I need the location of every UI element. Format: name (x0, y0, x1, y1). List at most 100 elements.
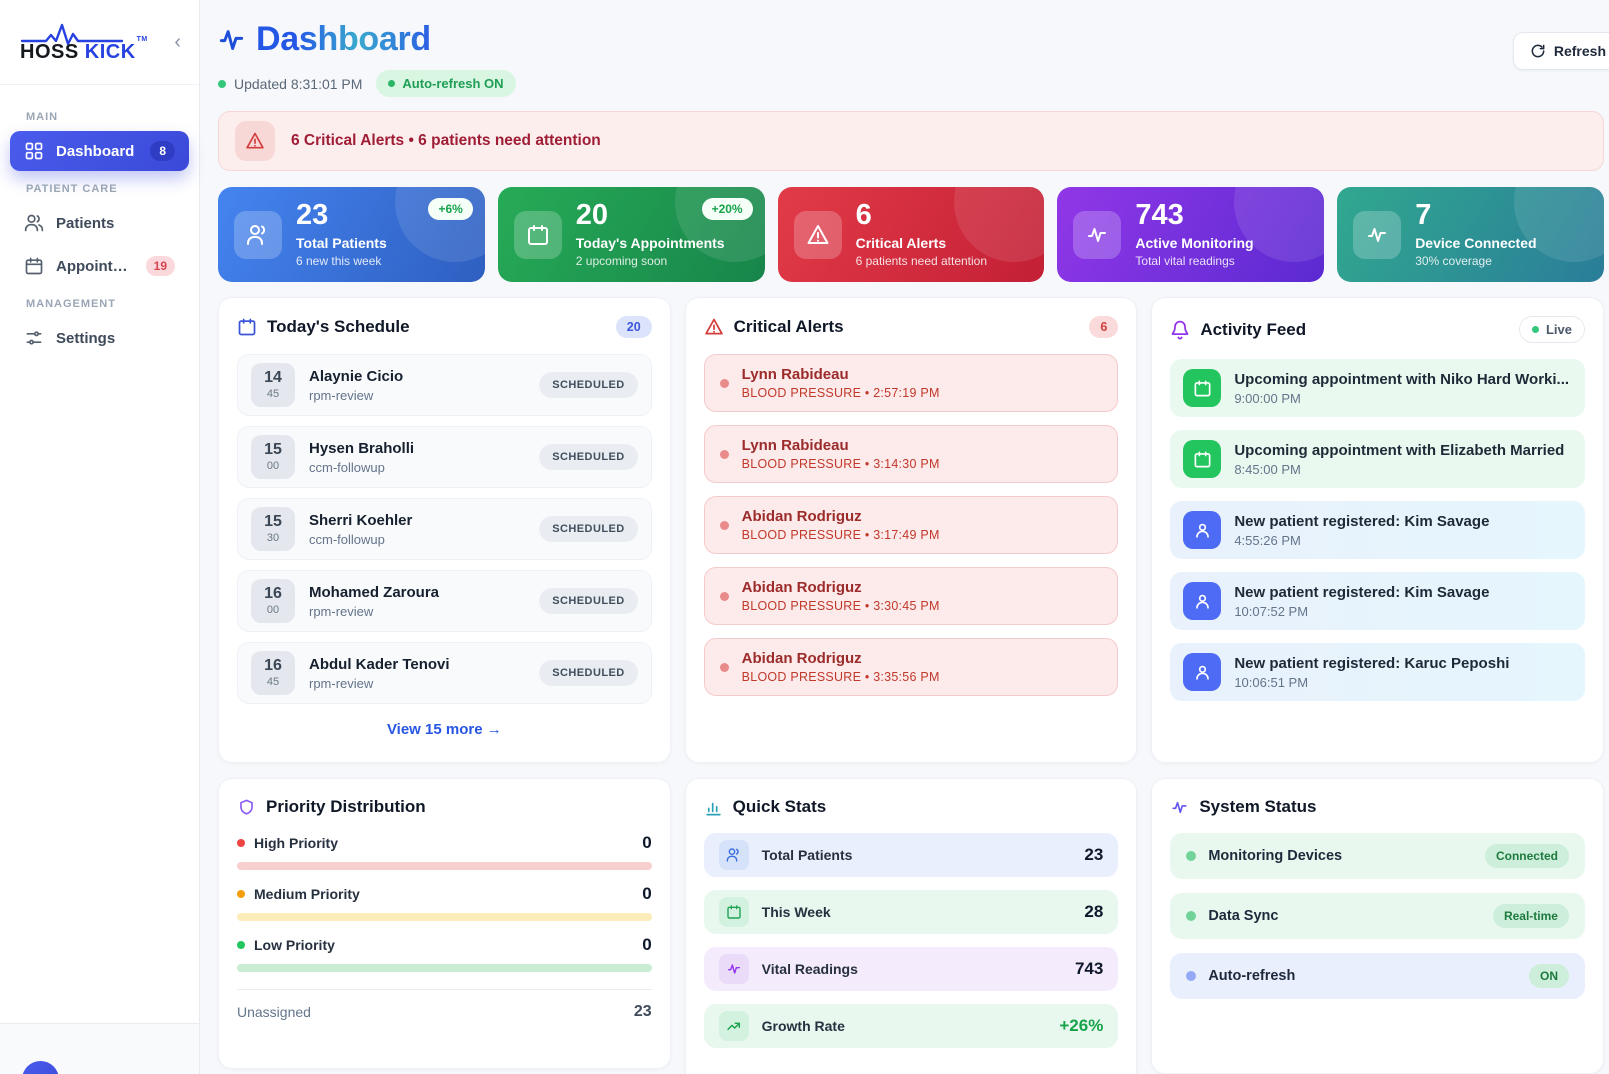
refresh-label: Refresh (1554, 43, 1606, 59)
status-badge: Connected (1485, 844, 1569, 868)
status-dot (1532, 326, 1539, 333)
patient-name: Hysen Braholli (309, 440, 414, 457)
alert-item[interactable]: Abidan RodriguzBLOOD PRESSURE • 3:35:56 … (704, 638, 1119, 696)
bell-icon (1170, 320, 1190, 340)
live-badge: Live (1519, 316, 1585, 343)
priority-label: Medium Priority (254, 886, 360, 902)
stat-card-appointments[interactable]: +20% 20 Today's Appointments 2 upcoming … (498, 187, 765, 282)
schedule-item[interactable]: 1600 Mohamed Zarourarpm-review SCHEDULED (237, 570, 652, 632)
unassigned-label: Unassigned (237, 1004, 311, 1020)
calendar-icon (1183, 440, 1221, 478)
critical-alerts-panel: Critical Alerts 6 Lynn RabideauBLOOD PRE… (685, 297, 1138, 763)
refresh-button[interactable]: Refresh (1513, 32, 1609, 70)
brand-name: HOSS KICKTM (20, 42, 147, 62)
brand-tm: TM (137, 36, 148, 43)
activity-pulse-icon (218, 26, 245, 53)
alert-dot (720, 521, 729, 530)
quick-stat-row: This Week 28 (704, 890, 1119, 934)
patient-name: Abidan Rodriguz (742, 650, 940, 667)
brand-kick: KICK (85, 41, 136, 63)
feed-time: 10:06:51 PM (1234, 675, 1509, 690)
status-dot (388, 80, 395, 87)
alert-item[interactable]: Lynn RabideauBLOOD PRESSURE • 2:57:19 PM (704, 354, 1119, 412)
feed-text: New patient registered: Karuc Peposhi (1234, 655, 1509, 672)
quick-stat-row: Growth Rate +26% (704, 1004, 1119, 1048)
trending-up-icon (719, 1011, 749, 1041)
priority-bar-high (237, 862, 652, 870)
alert-triangle-icon (704, 317, 724, 337)
schedule-item[interactable]: 1500 Hysen Braholliccm-followup SCHEDULE… (237, 426, 652, 488)
activity-pulse-icon (719, 954, 749, 984)
schedule-item[interactable]: 1530 Sherri Koehlerccm-followup SCHEDULE… (237, 498, 652, 560)
panel-title: Priority Distribution (266, 797, 426, 817)
priority-dot-medium (237, 890, 245, 898)
users-icon (24, 213, 44, 233)
sidebar-item-dashboard[interactable]: Dashboard 8 (10, 131, 189, 171)
feed-item[interactable]: New patient registered: Kim Savage 4:55:2… (1170, 501, 1585, 559)
sidebar-item-patients[interactable]: Patients (10, 203, 189, 243)
status-label: Auto-refresh (1208, 968, 1295, 984)
sidebar-item-appointments[interactable]: Appointme... 19 (10, 246, 189, 286)
alert-item[interactable]: Lynn RabideauBLOOD PRESSURE • 3:14:30 PM (704, 425, 1119, 483)
dashboard-count-badge: 8 (150, 141, 175, 161)
feed-item[interactable]: Upcoming appointment with Niko Hard Work… (1170, 359, 1585, 417)
stat-card-devices[interactable]: 7 Device Connected 30% coverage (1337, 187, 1604, 282)
status-badge: SCHEDULED (539, 444, 637, 470)
calendar-icon (24, 256, 44, 276)
status-row: Data Sync Real-time (1170, 893, 1585, 939)
sidebar-collapse-button[interactable]: ‹ (170, 28, 185, 56)
stat-cards-row: +6% 23 Total Patients 6 new this week +2… (218, 187, 1604, 282)
status-dot (1186, 851, 1196, 861)
sidebar-item-label: Patients (56, 215, 114, 232)
status-badge: SCHEDULED (539, 588, 637, 614)
time-box: 1530 (251, 507, 295, 551)
feed-item[interactable]: New patient registered: Kim Savage10:07:… (1170, 572, 1585, 630)
section-label-management: MANAGEMENT (26, 298, 173, 310)
stat-card-critical-alerts[interactable]: 6 Critical Alerts 6 patients need attent… (778, 187, 1045, 282)
visit-type: rpm-review (309, 604, 439, 619)
alert-item[interactable]: Abidan RodriguzBLOOD PRESSURE • 3:17:49 … (704, 496, 1119, 554)
hoss-kick-logo: HOSS KICKTM (20, 23, 147, 62)
shield-icon (237, 798, 256, 817)
stat-value: +26% (1059, 1016, 1103, 1036)
priority-distribution-panel: Priority Distribution High Priority0 Med… (218, 778, 671, 1069)
sidebar-item-settings[interactable]: Settings (10, 318, 189, 358)
alert-dot (720, 663, 729, 672)
user-icon (1183, 511, 1221, 549)
refresh-icon (1530, 43, 1546, 59)
feed-text: New patient registered: Kim Savage (1234, 513, 1489, 530)
stat-subtext: 6 new this week (296, 254, 387, 268)
status-label: Monitoring Devices (1208, 848, 1342, 864)
stat-card-total-patients[interactable]: +6% 23 Total Patients 6 new this week (218, 187, 485, 282)
schedule-item[interactable]: 1645 Abdul Kader Tenovirpm-review SCHEDU… (237, 642, 652, 704)
panel-title: System Status (1199, 797, 1316, 817)
feed-item[interactable]: New patient registered: Karuc Peposhi 10:… (1170, 643, 1585, 701)
grid-icon (24, 141, 44, 161)
schedule-item[interactable]: 1445 Alaynie Ciciorpm-review SCHEDULED (237, 354, 652, 416)
priority-bar-medium (237, 913, 652, 921)
priority-label: High Priority (254, 835, 338, 851)
stat-label: Critical Alerts (856, 235, 987, 251)
divider (237, 989, 652, 990)
change-badge: +6% (428, 198, 472, 220)
stat-card-active-monitoring[interactable]: 743 Active Monitoring Total vital readin… (1057, 187, 1324, 282)
view-more-link[interactable]: View 15 more → (237, 721, 652, 738)
calendar-icon (719, 897, 749, 927)
user-avatar[interactable] (22, 1061, 59, 1074)
unassigned-value: 23 (634, 1003, 652, 1021)
calendar-icon (1183, 369, 1221, 407)
priority-dot-high (237, 839, 245, 847)
feed-item[interactable]: Upcoming appointment with Elizabeth Marr… (1170, 430, 1585, 488)
alert-item[interactable]: Abidan RodriguzBLOOD PRESSURE • 3:30:45 … (704, 567, 1119, 625)
banner-text: 6 Critical Alerts • 6 patients need atte… (291, 132, 601, 150)
section-label-patient-care: PATIENT CARE (26, 183, 173, 195)
feed-time: 4:55:26 PM (1234, 533, 1489, 548)
sidebar-nav: MAIN Dashboard 8 PATIENT CARE Patients A… (0, 85, 199, 358)
stat-value: 743 (1075, 959, 1103, 979)
section-label-main: MAIN (26, 111, 173, 123)
sidebar-item-label: Dashboard (56, 143, 134, 160)
sidebar: HOSS KICKTM ‹ MAIN Dashboard 8 PATIENT C… (0, 0, 200, 1074)
patient-name: Alaynie Cicio (309, 368, 403, 385)
stat-label: Active Monitoring (1135, 235, 1253, 251)
feed-text: Upcoming appointment with Elizabeth Marr… (1234, 442, 1564, 459)
